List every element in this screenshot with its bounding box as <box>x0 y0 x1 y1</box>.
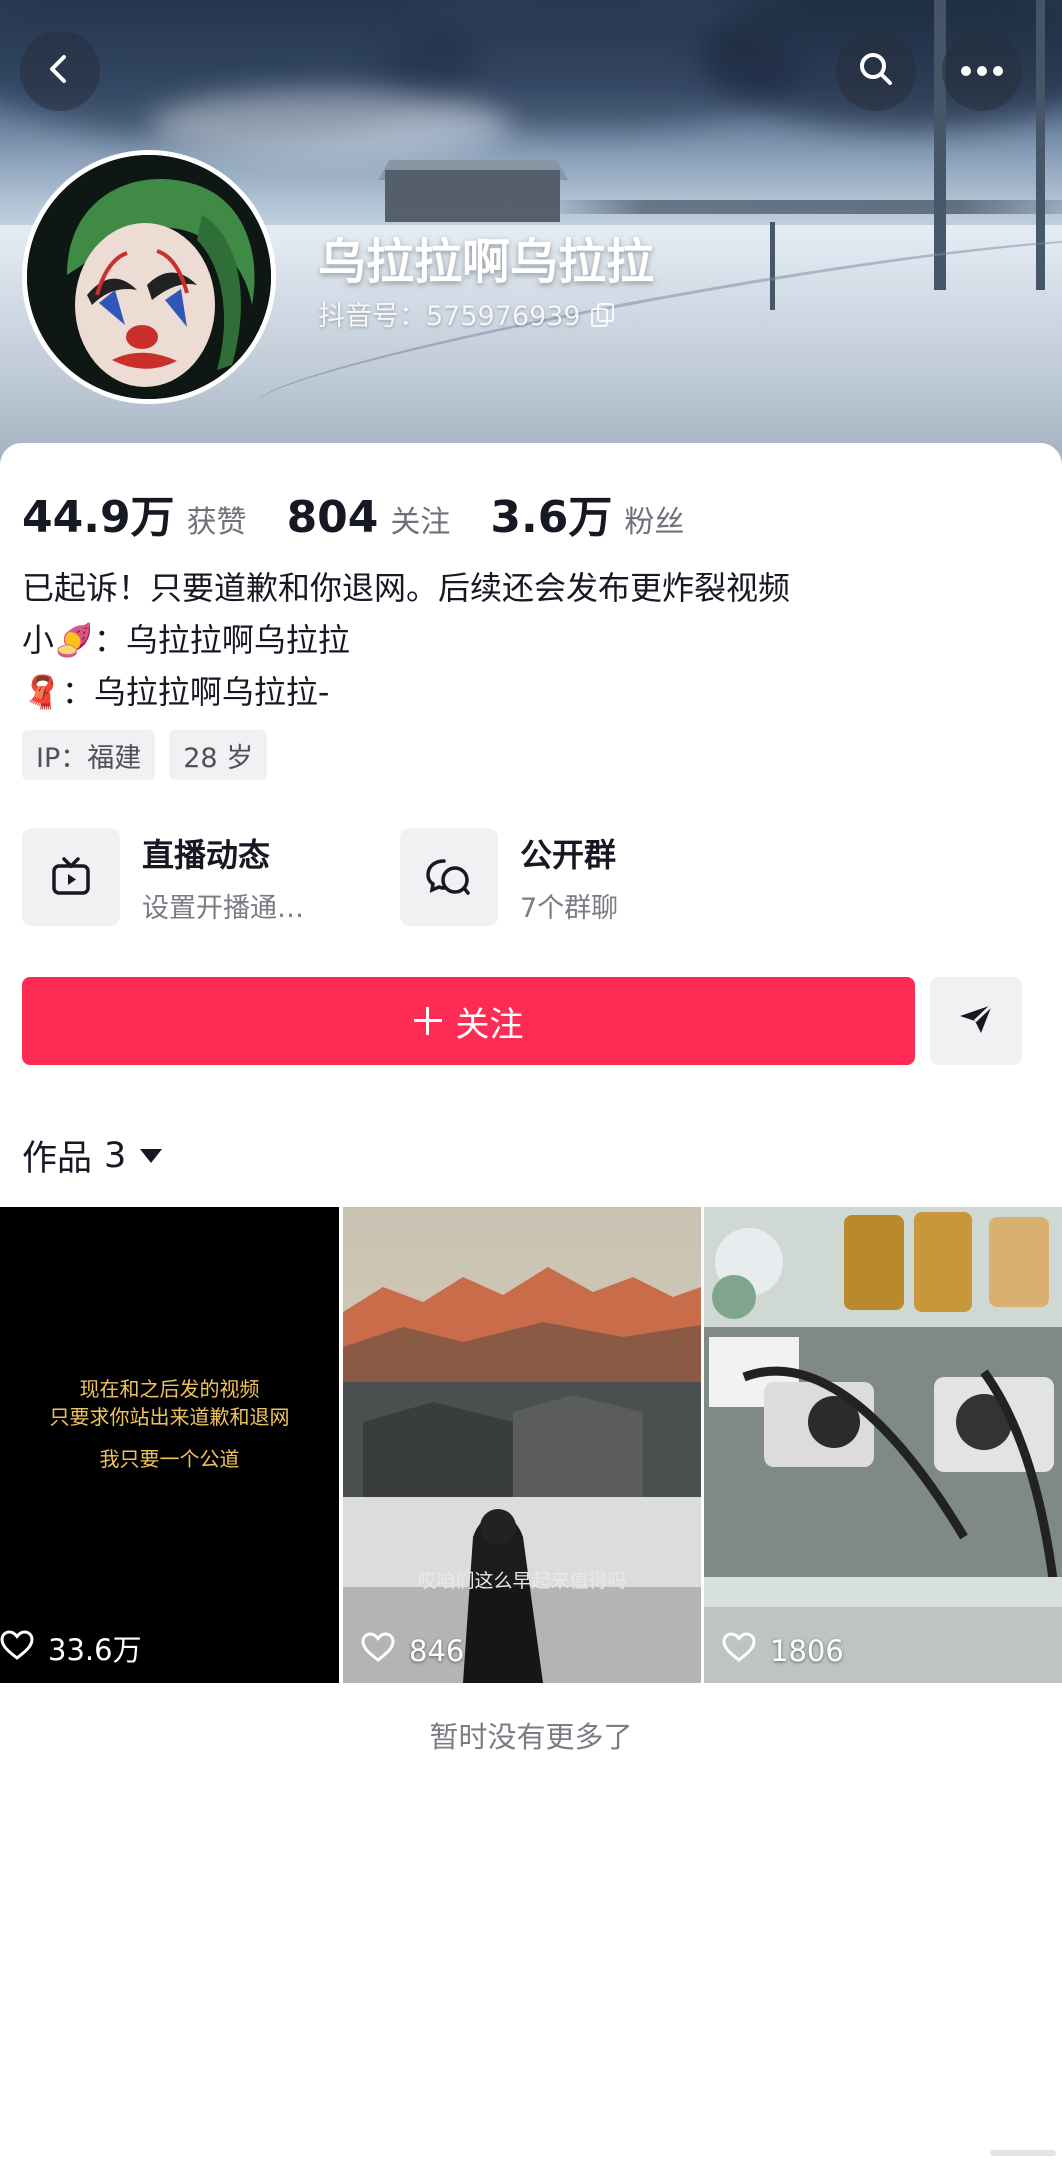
age-tag: 28 岁 <box>169 730 268 780</box>
share-button[interactable] <box>930 977 1022 1065</box>
avatar[interactable] <box>22 150 276 404</box>
plus-icon <box>413 1007 442 1035</box>
stat-label: 粉丝 <box>624 505 685 540</box>
public-group-entry[interactable]: 公开群 7个群聊 <box>400 828 618 926</box>
video-like-count: 846 <box>361 1632 464 1669</box>
heart-icon <box>722 1632 756 1669</box>
video-like-count: 33.6万 <box>0 1627 142 1669</box>
stat-label: 获赞 <box>186 505 247 540</box>
works-tab-label: 作品 <box>22 1139 93 1179</box>
sweet-potato-emoji: 🍠 <box>54 621 94 659</box>
works-count: 3 <box>104 1135 127 1176</box>
video-thumbnail <box>343 1207 701 1683</box>
like-count-text: 33.6万 <box>48 1633 142 1667</box>
bio-line-1: 已起诉！只要道歉和你退网。后续还会发布更炸裂视频 <box>22 569 791 607</box>
stat-following[interactable]: 804 关注 <box>287 492 451 543</box>
video-overlay-text: 现在和之后发的视频 <box>79 1377 260 1401</box>
video-overlay-text: 只要求你站出来道歉和退网 <box>49 1405 290 1429</box>
video-tile[interactable]: 现在和之后发的视频 只要求你站出来道歉和退网 我只要一个公道 33.6万 <box>0 1207 339 1683</box>
profile-tags: IP：福建 28 岁 <box>22 730 268 780</box>
no-more-text: 暂时没有更多了 <box>429 1720 633 1754</box>
search-button[interactable] <box>836 31 916 111</box>
bio-line-2-prefix: 小 <box>22 621 55 659</box>
video-tile[interactable]: 1806 <box>704 1207 1062 1683</box>
back-button[interactable] <box>20 31 100 111</box>
video-like-count: 1806 <box>722 1632 844 1669</box>
feature-subtitle: 设置开播通… <box>142 892 304 924</box>
video-thumbnail <box>704 1207 1062 1683</box>
search-icon <box>856 49 896 93</box>
live-tv-icon <box>22 828 120 926</box>
douyin-id-text: 抖音号：575976939 <box>318 301 581 332</box>
stat-value: 3.6万 <box>490 492 613 543</box>
feature-title: 直播动态 <box>142 835 271 874</box>
scarf-emoji: 🧣 <box>22 673 62 711</box>
bio-line-3: 🧣：乌拉拉啊乌拉拉- <box>22 667 1032 713</box>
follow-button-label: 关注 <box>455 1004 524 1045</box>
copy-icon[interactable] <box>590 302 614 327</box>
stat-followers[interactable]: 3.6万 粉丝 <box>490 481 684 545</box>
group-chat-icon <box>400 828 498 926</box>
stat-label: 关注 <box>390 505 451 540</box>
live-updates-entry[interactable]: 直播动态 设置开播通… <box>22 828 304 926</box>
video-caption: 哎咱们这么早起来值得吗 <box>417 1570 627 1592</box>
works-tab[interactable]: 作品 3 <box>22 1130 163 1181</box>
send-icon <box>957 1002 995 1040</box>
bio-line-3-text: ：乌拉拉啊乌拉拉- <box>61 673 330 711</box>
follow-button[interactable]: 关注 <box>22 977 915 1065</box>
heart-icon <box>361 1632 395 1669</box>
chevron-left-icon <box>43 52 77 90</box>
like-count-text: 1806 <box>770 1633 844 1668</box>
stat-likes[interactable]: 44.9万 获赞 <box>22 481 247 545</box>
bio-line-2: 小🍠：乌拉拉啊乌拉拉 <box>22 615 1032 661</box>
douyin-id[interactable]: 抖音号：575976939 <box>318 294 614 333</box>
more-button[interactable] <box>942 31 1022 111</box>
more-dots-icon <box>960 62 1004 81</box>
stat-value: 804 <box>286 492 379 543</box>
bio-line-2-text: ：乌拉拉啊乌拉拉 <box>93 621 350 659</box>
stat-value: 44.9万 <box>22 492 175 543</box>
video-overlay-text: 我只要一个公道 <box>99 1447 240 1471</box>
heart-icon <box>0 1629 34 1667</box>
like-count-text: 846 <box>409 1633 465 1668</box>
ip-location-tag: IP：福建 <box>22 730 156 780</box>
video-tile[interactable]: 哎咱们这么早起来值得吗 846 <box>343 1207 701 1683</box>
profile-nickname: 乌拉拉啊乌拉拉 <box>318 234 655 290</box>
feature-title: 公开群 <box>520 835 617 874</box>
works-grid: 现在和之后发的视频 只要求你站出来道歉和退网 我只要一个公道 33.6万 哎咱们… <box>0 1207 1062 1683</box>
profile-stats: 44.9万 获赞 804 关注 3.6万 粉丝 <box>22 481 724 545</box>
caret-down-icon <box>140 1148 163 1163</box>
feature-subtitle: 7个群聊 <box>520 892 619 924</box>
avatar-image <box>27 155 271 399</box>
home-indicator[interactable] <box>990 2150 1056 2156</box>
